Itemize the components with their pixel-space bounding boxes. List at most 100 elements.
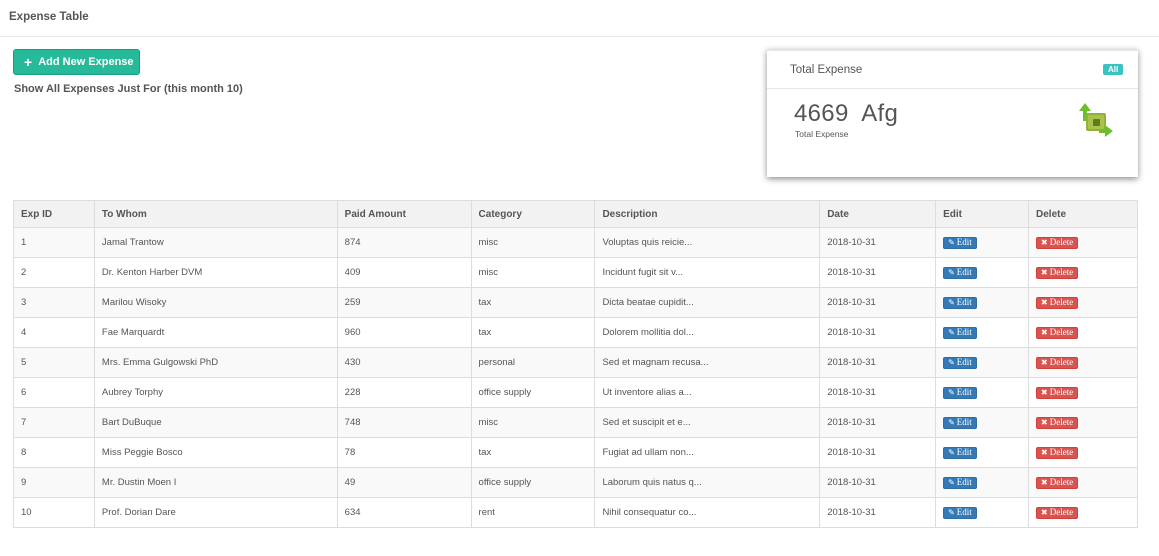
cell-category: rent	[470, 497, 596, 528]
cell-exp-id: 10	[13, 497, 95, 528]
cell-to-whom: Mrs. Emma Gulgowski PhD	[93, 347, 338, 378]
delete-button[interactable]: ✖ Delete	[1036, 416, 1079, 429]
cell-date: 2018-10-31	[819, 467, 937, 498]
delete-label: Delete	[1049, 477, 1074, 487]
cell-date: 2018-10-31	[819, 347, 937, 378]
cell-exp-id: 2	[13, 257, 95, 288]
edit-icon: ✎	[948, 507, 955, 517]
cell-paid-amount: 634	[336, 497, 472, 528]
cell-edit: ✎ Edit	[935, 287, 1030, 318]
cell-category: office supply	[470, 467, 596, 498]
cell-edit: ✎ Edit	[935, 347, 1030, 378]
delete-icon: ✖	[1041, 357, 1048, 367]
cell-edit: ✎ Edit	[935, 257, 1030, 288]
cell-paid-amount: 228	[336, 377, 472, 408]
cell-category: tax	[470, 317, 596, 348]
add-expense-button[interactable]: + Add New Expense	[13, 49, 140, 75]
cell-exp-id: 5	[13, 347, 95, 378]
cell-description: Fugiat ad ullam non...	[594, 437, 821, 468]
cell-exp-id: 9	[13, 467, 95, 498]
filter-text: Show All Expenses Just For (this month 1…	[14, 83, 243, 95]
table-row: 3 Marilou Wisoky 259 tax Dicta beatae cupidi…	[13, 287, 1138, 318]
edit-button[interactable]: ✎ Edit	[943, 236, 977, 249]
edit-button[interactable]: ✎ Edit	[943, 356, 977, 369]
edit-label: Edit	[956, 417, 972, 427]
delete-button[interactable]: ✖ Delete	[1036, 356, 1079, 369]
add-expense-label: Add New Expense	[38, 56, 134, 68]
plus-icon: +	[24, 54, 33, 70]
delete-button[interactable]: ✖ Delete	[1036, 266, 1079, 279]
table-row: 9 Mr. Dustin Moen I 49 office supply Laborum…	[13, 467, 1138, 498]
header-edit: Edit	[935, 200, 1030, 228]
cell-description: Dicta beatae cupidit...	[594, 287, 821, 318]
delete-icon: ✖	[1041, 507, 1048, 517]
cell-description: Nihil consequatur co...	[594, 497, 821, 528]
cell-paid-amount: 78	[336, 437, 472, 468]
cell-description: Dolorem mollitia dol...	[594, 317, 821, 348]
table-row: 4 Fae Marquardt 960 tax Dolorem mollitia dol…	[13, 317, 1138, 348]
cell-to-whom: Jamal Trantow	[93, 227, 338, 258]
cell-date: 2018-10-31	[819, 497, 937, 528]
cell-category: tax	[470, 437, 596, 468]
cell-paid-amount: 409	[336, 257, 472, 288]
edit-button[interactable]: ✎ Edit	[943, 446, 977, 459]
edit-button[interactable]: ✎ Edit	[943, 266, 977, 279]
cell-delete: ✖ Delete	[1028, 377, 1138, 408]
cell-exp-id: 7	[13, 407, 95, 438]
page-title: Expense Table	[9, 11, 89, 23]
edit-button[interactable]: ✎ Edit	[943, 296, 977, 309]
cell-paid-amount: 430	[336, 347, 472, 378]
cell-paid-amount: 960	[336, 317, 472, 348]
cell-delete: ✖ Delete	[1028, 287, 1138, 318]
table-row: 1 Jamal Trantow 874 misc Voluptas quis reici…	[13, 227, 1138, 258]
delete-button[interactable]: ✖ Delete	[1036, 476, 1079, 489]
cell-exp-id: 8	[13, 437, 95, 468]
cell-to-whom: Bart DuBuque	[93, 407, 338, 438]
edit-icon: ✎	[948, 237, 955, 247]
delete-button[interactable]: ✖ Delete	[1036, 236, 1079, 249]
cell-category: misc	[470, 257, 596, 288]
delete-button[interactable]: ✖ Delete	[1036, 506, 1079, 519]
edit-button[interactable]: ✎ Edit	[943, 386, 977, 399]
table-row: 6 Aubrey Torphy 228 office supply Ut invento…	[13, 377, 1138, 408]
cell-date: 2018-10-31	[819, 287, 937, 318]
cell-delete: ✖ Delete	[1028, 437, 1138, 468]
cell-date: 2018-10-31	[819, 437, 937, 468]
cell-edit: ✎ Edit	[935, 227, 1030, 258]
cell-description: Ut inventore alias a...	[594, 377, 821, 408]
edit-label: Edit	[956, 237, 972, 247]
delete-icon: ✖	[1041, 327, 1048, 337]
cell-description: Laborum quis natus q...	[594, 467, 821, 498]
delete-button[interactable]: ✖ Delete	[1036, 326, 1079, 339]
edit-button[interactable]: ✎ Edit	[943, 416, 977, 429]
delete-icon: ✖	[1041, 477, 1048, 487]
cell-edit: ✎ Edit	[935, 377, 1030, 408]
total-amount-label: Total Expense	[795, 129, 849, 139]
cell-date: 2018-10-31	[819, 377, 937, 408]
edit-button[interactable]: ✎ Edit	[943, 476, 977, 489]
header-category: Category	[470, 200, 596, 228]
cell-to-whom: Prof. Dorian Dare	[93, 497, 338, 528]
delete-label: Delete	[1049, 267, 1074, 277]
edit-icon: ✎	[948, 297, 955, 307]
all-badge: All	[1103, 64, 1124, 75]
edit-icon: ✎	[948, 267, 955, 277]
expense-table: Exp ID To Whom Paid Amount Category Desc…	[13, 200, 1138, 528]
edit-icon: ✎	[948, 327, 955, 337]
cell-exp-id: 1	[13, 227, 95, 258]
cell-paid-amount: 49	[336, 467, 472, 498]
delete-button[interactable]: ✖ Delete	[1036, 386, 1079, 399]
edit-label: Edit	[956, 447, 972, 457]
edit-button[interactable]: ✎ Edit	[943, 506, 977, 519]
edit-label: Edit	[956, 297, 972, 307]
delete-button[interactable]: ✖ Delete	[1036, 296, 1079, 309]
cell-category: misc	[470, 227, 596, 258]
edit-icon: ✎	[948, 387, 955, 397]
delete-button[interactable]: ✖ Delete	[1036, 446, 1079, 459]
delete-label: Delete	[1049, 237, 1074, 247]
edit-button[interactable]: ✎ Edit	[943, 326, 977, 339]
cell-description: Incidunt fugit sit v...	[594, 257, 821, 288]
cell-to-whom: Dr. Kenton Harber DVM	[93, 257, 338, 288]
delete-icon: ✖	[1041, 267, 1048, 277]
cell-delete: ✖ Delete	[1028, 467, 1138, 498]
